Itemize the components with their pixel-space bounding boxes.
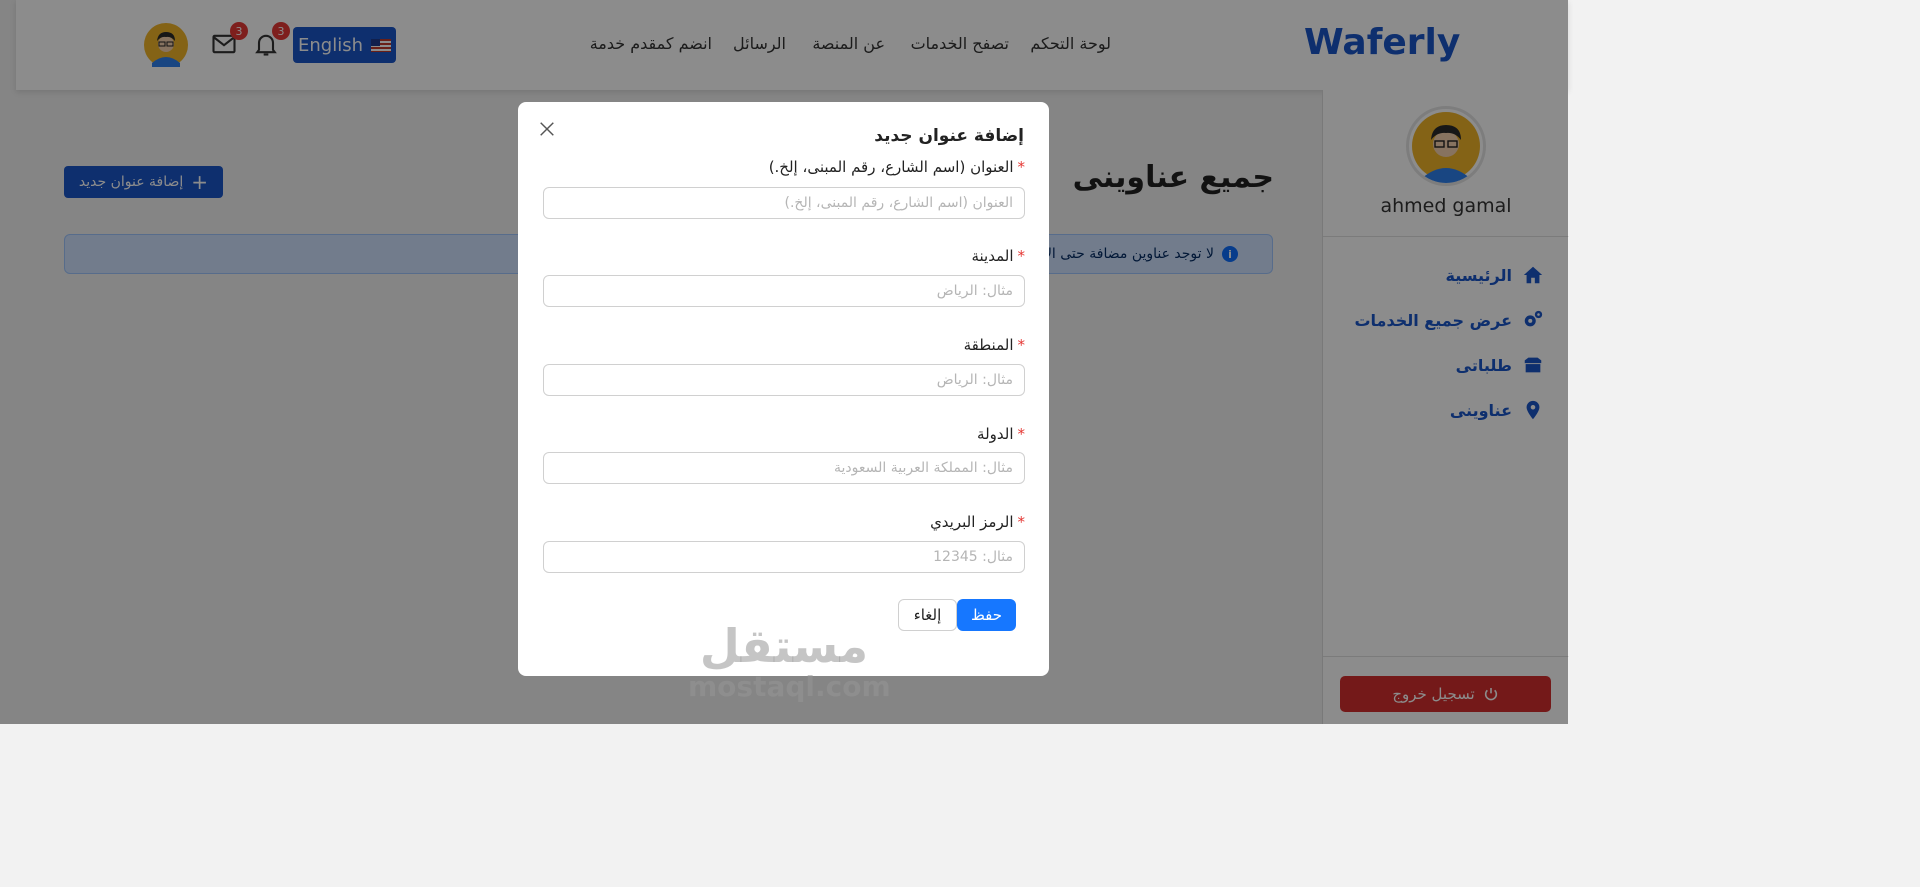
watermark-arabic: مستقل <box>699 619 869 673</box>
city-label-text: المدينة <box>971 247 1014 265</box>
country-input[interactable] <box>543 452 1025 484</box>
postal-code-input[interactable] <box>543 541 1025 573</box>
modal-title: إضافة عنوان جديد <box>874 126 1024 146</box>
postal-code-label-text: الرمز البريدي <box>930 513 1014 531</box>
region-input[interactable] <box>543 364 1025 396</box>
watermark: مستقل mostaql.com <box>688 619 891 703</box>
postal-code-label: الرمز البريدي * <box>930 513 1025 531</box>
city-label: المدينة * <box>971 247 1025 265</box>
address-label: العنوان (اسم الشارع، رقم المبنى، إلخ.) * <box>769 158 1025 176</box>
region-label-text: المنطقة <box>963 336 1014 354</box>
close-icon <box>540 122 554 136</box>
required-marker: * <box>1017 336 1026 354</box>
country-label: الدولة * <box>977 425 1025 443</box>
required-marker: * <box>1017 158 1026 176</box>
address-label-text: العنوان (اسم الشارع، رقم المبنى، إلخ.) <box>768 158 1014 176</box>
country-label-text: الدولة <box>977 425 1014 443</box>
modal-close-button[interactable] <box>538 120 558 140</box>
save-button[interactable]: حفظ <box>957 599 1016 631</box>
required-marker: * <box>1017 247 1026 265</box>
region-label: المنطقة * <box>964 336 1025 354</box>
add-address-modal: إضافة عنوان جديد العنوان (اسم الشارع، رق… <box>518 102 1049 676</box>
cancel-button[interactable]: إلغاء <box>898 599 957 631</box>
required-marker: * <box>1017 425 1026 443</box>
required-marker: * <box>1017 513 1026 531</box>
watermark-latin: mostaql.com <box>688 670 891 703</box>
address-input[interactable] <box>543 187 1025 219</box>
city-input[interactable] <box>543 275 1025 307</box>
